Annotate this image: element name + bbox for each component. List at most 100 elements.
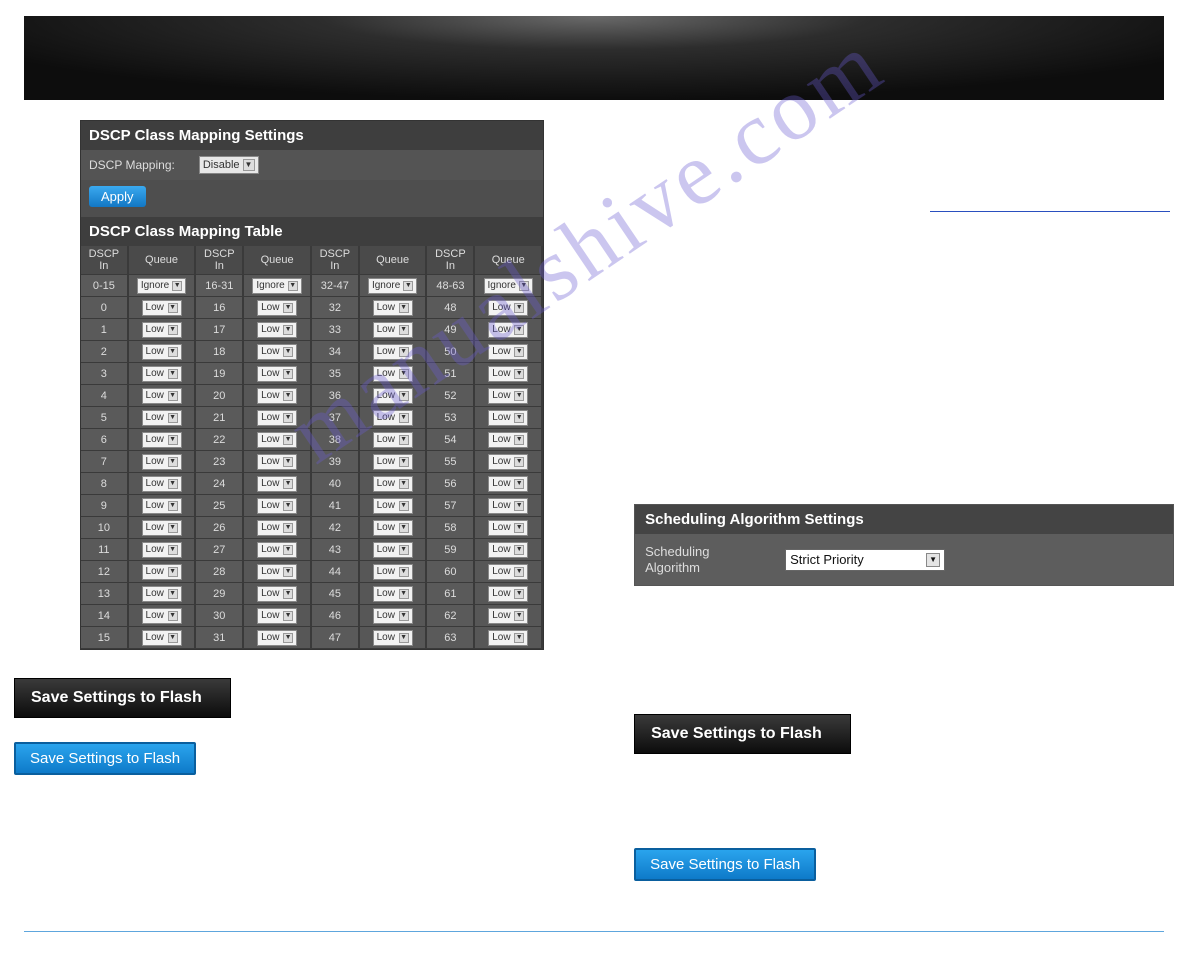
queue-value: Low: [492, 390, 510, 401]
dscp-in-cell: 59: [426, 539, 474, 561]
queue-select[interactable]: Low▼: [488, 366, 528, 382]
queue-select[interactable]: Low▼: [488, 454, 528, 470]
queue-value: Low: [146, 434, 164, 445]
queue-select[interactable]: Ignore▼: [484, 278, 533, 294]
queue-select[interactable]: Low▼: [257, 520, 297, 536]
queue-select[interactable]: Low▼: [373, 454, 413, 470]
queue-select[interactable]: Low▼: [373, 388, 413, 404]
queue-select[interactable]: Low▼: [373, 630, 413, 646]
queue-select[interactable]: Low▼: [257, 454, 297, 470]
chevron-down-icon: ▼: [283, 545, 293, 555]
queue-select[interactable]: Low▼: [373, 432, 413, 448]
queue-select[interactable]: Low▼: [373, 586, 413, 602]
queue-select[interactable]: Low▼: [488, 344, 528, 360]
queue-select[interactable]: Low▼: [373, 366, 413, 382]
save-settings-flash-button[interactable]: Save Settings to Flash: [634, 848, 816, 881]
queue-select[interactable]: Low▼: [142, 630, 182, 646]
queue-select[interactable]: Low▼: [373, 498, 413, 514]
queue-select[interactable]: Low▼: [257, 388, 297, 404]
queue-select[interactable]: Low▼: [373, 564, 413, 580]
queue-select[interactable]: Low▼: [373, 608, 413, 624]
queue-select[interactable]: Low▼: [257, 542, 297, 558]
queue-select[interactable]: Low▼: [488, 608, 528, 624]
save-settings-flash-button[interactable]: Save Settings to Flash: [14, 678, 231, 718]
dscp-in-cell: 13: [81, 583, 128, 605]
queue-select[interactable]: Low▼: [142, 410, 182, 426]
queue-select[interactable]: Low▼: [488, 388, 528, 404]
queue-select[interactable]: Low▼: [142, 498, 182, 514]
queue-select[interactable]: Low▼: [142, 366, 182, 382]
queue-select[interactable]: Low▼: [373, 344, 413, 360]
queue-select[interactable]: Low▼: [257, 344, 297, 360]
queue-select[interactable]: Low▼: [488, 476, 528, 492]
queue-select[interactable]: Low▼: [488, 322, 528, 338]
queue-select[interactable]: Ignore ▼: [252, 278, 301, 294]
dscp-in-cell: 32-47: [311, 275, 359, 297]
queue-select[interactable]: Low▼: [142, 432, 182, 448]
queue-select[interactable]: Low▼: [142, 586, 182, 602]
queue-select[interactable]: Low▼: [257, 410, 297, 426]
queue-select[interactable]: Low▼: [142, 476, 182, 492]
table-row: 4Low▼20Low▼36Low▼52Low▼: [81, 385, 542, 407]
queue-select[interactable]: Low▼: [488, 630, 528, 646]
queue-value: Low: [492, 368, 510, 379]
queue-select[interactable]: Ignore▼: [368, 278, 417, 294]
right-link[interactable]: [930, 211, 1170, 212]
apply-button[interactable]: Apply: [89, 186, 146, 207]
dscp-in-cell: 0: [81, 297, 128, 319]
chevron-down-icon: ▼: [288, 281, 298, 291]
queue-select[interactable]: Low▼: [142, 388, 182, 404]
queue-select[interactable]: Low▼: [488, 564, 528, 580]
queue-select[interactable]: Low▼: [257, 476, 297, 492]
queue-select[interactable]: Low▼: [257, 586, 297, 602]
queue-select[interactable]: Low▼: [373, 300, 413, 316]
queue-select[interactable]: Low▼: [257, 300, 297, 316]
queue-select[interactable]: Low▼: [142, 542, 182, 558]
queue-select[interactable]: Low▼: [488, 410, 528, 426]
table-row: 0Low▼16Low▼32Low▼48Low▼: [81, 297, 542, 319]
queue-select[interactable]: Low▼: [257, 630, 297, 646]
queue-select[interactable]: Low▼: [373, 542, 413, 558]
queue-select[interactable]: Low▼: [142, 322, 182, 338]
save-settings-flash-button[interactable]: Save Settings to Flash: [14, 742, 196, 775]
queue-select[interactable]: Low▼: [488, 542, 528, 558]
queue-select[interactable]: Low▼: [257, 366, 297, 382]
chevron-down-icon: ▼: [926, 553, 940, 567]
queue-select[interactable]: Low▼: [373, 520, 413, 536]
queue-select[interactable]: Low▼: [142, 564, 182, 580]
queue-select[interactable]: Low▼: [142, 520, 182, 536]
queue-select[interactable]: Low▼: [257, 322, 297, 338]
queue-select[interactable]: Low▼: [142, 454, 182, 470]
save-settings-flash-button[interactable]: Save Settings to Flash: [634, 714, 851, 754]
queue-select[interactable]: Low▼: [373, 410, 413, 426]
queue-select[interactable]: Low▼: [488, 300, 528, 316]
queue-select[interactable]: Low▼: [142, 608, 182, 624]
chevron-down-icon: ▼: [283, 457, 293, 467]
queue-select[interactable]: Low▼: [257, 432, 297, 448]
queue-select[interactable]: Low▼: [257, 564, 297, 580]
chevron-down-icon: ▼: [399, 391, 409, 401]
queue-select[interactable]: Low▼: [373, 476, 413, 492]
dscp-in-cell: 27: [195, 539, 243, 561]
dscp-in-cell: 21: [195, 407, 243, 429]
queue-select[interactable]: Low▼: [257, 498, 297, 514]
scheduling-algorithm-value: Strict Priority: [790, 552, 864, 567]
queue-value: Low: [146, 390, 164, 401]
table-row: 5Low▼21Low▼37Low▼53Low▼: [81, 407, 542, 429]
queue-select[interactable]: Low▼: [257, 608, 297, 624]
queue-select[interactable]: Low▼: [488, 586, 528, 602]
queue-select[interactable]: Low▼: [142, 344, 182, 360]
dscp-mapping-select[interactable]: Disable ▼: [199, 156, 259, 174]
scheduling-algorithm-select[interactable]: Strict Priority ▼: [785, 549, 945, 571]
queue-value: Low: [261, 390, 279, 401]
queue-select[interactable]: Ignore▼: [137, 278, 186, 294]
queue-select[interactable]: Low▼: [488, 498, 528, 514]
queue-select[interactable]: Low▼: [488, 432, 528, 448]
queue-select[interactable]: Low▼: [142, 300, 182, 316]
queue-select[interactable]: Low▼: [373, 322, 413, 338]
queue-value: Ignore: [256, 280, 284, 291]
chevron-down-icon: ▼: [514, 479, 524, 489]
queue-select[interactable]: Low▼: [488, 520, 528, 536]
dscp-in-cell: 18: [195, 341, 243, 363]
chevron-down-icon: ▼: [168, 457, 178, 467]
